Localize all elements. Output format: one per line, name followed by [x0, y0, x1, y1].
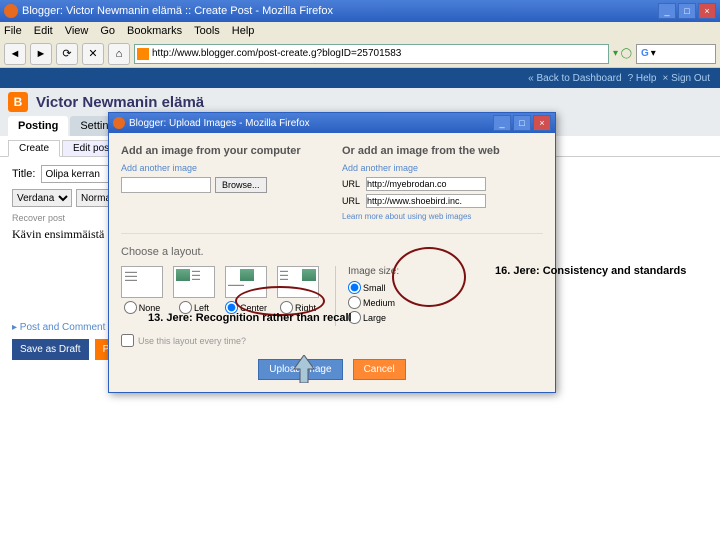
- label-center: Center: [240, 303, 267, 313]
- reload-button[interactable]: ⟳: [56, 43, 78, 65]
- back-button[interactable]: ◄: [4, 43, 26, 65]
- upload-computer-col: Add an image from your computer Add anot…: [121, 145, 322, 221]
- save-draft-button[interactable]: Save as Draft: [12, 339, 89, 360]
- add-another-link-web[interactable]: Add another image: [342, 163, 543, 173]
- browser-titlebar: Blogger: Victor Newmanin elämä :: Create…: [0, 0, 720, 22]
- thumb-right[interactable]: ▬▬▬▬▬▬: [277, 266, 319, 298]
- minimize-button[interactable]: _: [658, 3, 676, 19]
- back-dashboard-link[interactable]: « Back to Dashboard: [528, 73, 621, 84]
- popup-maximize-button[interactable]: □: [513, 115, 531, 131]
- tab-posting[interactable]: Posting: [8, 116, 68, 136]
- cancel-button[interactable]: Cancel: [353, 359, 406, 380]
- menu-edit[interactable]: Edit: [34, 25, 53, 37]
- close-button[interactable]: ×: [698, 3, 716, 19]
- maximize-button[interactable]: □: [678, 3, 696, 19]
- remember-row: Use this layout every time?: [121, 334, 543, 347]
- toolbar: ◄ ► ⟳ ✕ ⌂ http://www.blogger.com/post-cr…: [0, 40, 720, 68]
- label-right: Right: [295, 303, 316, 313]
- add-another-link[interactable]: Add another image: [121, 163, 322, 173]
- title-label: Title:: [12, 168, 35, 180]
- label-small: Small: [363, 283, 386, 293]
- favicon-icon: [137, 48, 149, 60]
- window-title: Blogger: Victor Newmanin elämä :: Create…: [22, 5, 658, 17]
- font-family-select[interactable]: Verdana: [12, 189, 72, 207]
- popup-body: Add an image from your computer Add anot…: [109, 133, 555, 392]
- learn-more-link[interactable]: Learn more about using web images: [342, 212, 543, 221]
- layout-title: Choose a layout.: [121, 246, 543, 258]
- blogger-logo-icon: B: [8, 92, 28, 112]
- firefox-icon: [4, 4, 18, 18]
- url-text: http://www.blogger.com/post-create.g?blo…: [152, 48, 401, 59]
- label-medium: Medium: [363, 298, 395, 308]
- go-button[interactable]: ▾ ◯: [613, 48, 632, 59]
- size-title: Image size:: [348, 266, 399, 277]
- firefox-icon: [113, 117, 125, 129]
- home-button[interactable]: ⌂: [108, 43, 130, 65]
- popup-titlebar: Blogger: Upload Images - Mozilla Firefox…: [109, 113, 555, 133]
- blogger-header: « Back to Dashboard ? Help × Sign Out: [0, 68, 720, 88]
- url-label-2: URL: [342, 196, 362, 206]
- blog-title: Victor Newmanin elämä: [36, 94, 204, 111]
- computer-heading: Add an image from your computer: [121, 145, 322, 157]
- stop-button[interactable]: ✕: [82, 43, 104, 65]
- remember-label: Use this layout every time?: [138, 336, 246, 346]
- radio-small[interactable]: [348, 281, 361, 294]
- signout-link[interactable]: × Sign Out: [662, 73, 710, 84]
- popup-title: Blogger: Upload Images - Mozilla Firefox: [129, 118, 493, 129]
- thumb-left[interactable]: ▬▬▬▬▬▬: [173, 266, 215, 298]
- label-left: Left: [194, 303, 209, 313]
- thumb-center[interactable]: ▬▬▬▬: [225, 266, 267, 298]
- search-box[interactable]: G▾: [636, 44, 716, 64]
- radio-medium[interactable]: [348, 296, 361, 309]
- remember-checkbox[interactable]: [121, 334, 134, 347]
- layout-options: ▬▬▬▬▬▬▬▬▬ None ▬▬▬▬▬▬ Left ▬▬▬▬ Center ▬…: [121, 266, 319, 314]
- browse-button[interactable]: Browse...: [215, 177, 267, 193]
- menu-file[interactable]: File: [4, 25, 22, 37]
- menubar: File Edit View Go Bookmarks Tools Help: [0, 22, 720, 40]
- menu-help[interactable]: Help: [232, 25, 255, 37]
- window-buttons: _ □ ×: [658, 3, 716, 19]
- url-input-1[interactable]: [366, 177, 486, 191]
- radio-none[interactable]: [124, 301, 137, 314]
- menu-view[interactable]: View: [65, 25, 89, 37]
- annotation-arrow-icon: [292, 355, 316, 386]
- popup-close-button[interactable]: ×: [533, 115, 551, 131]
- label-large: Large: [363, 313, 386, 323]
- url-label-1: URL: [342, 179, 362, 189]
- upload-popup: Blogger: Upload Images - Mozilla Firefox…: [108, 112, 556, 393]
- upload-web-col: Or add an image from the web Add another…: [342, 145, 543, 221]
- url-input-2[interactable]: [366, 194, 486, 208]
- annotation-16: 16. Jere: Consistency and standards: [495, 265, 686, 277]
- forward-button[interactable]: ►: [30, 43, 52, 65]
- annotation-13: 13. Jere: Recognition rather than recall: [148, 312, 352, 324]
- menu-bookmarks[interactable]: Bookmarks: [127, 25, 182, 37]
- divider: [121, 233, 543, 234]
- menu-tools[interactable]: Tools: [194, 25, 220, 37]
- popup-minimize-button[interactable]: _: [493, 115, 511, 131]
- label-none: None: [139, 303, 161, 313]
- address-bar[interactable]: http://www.blogger.com/post-create.g?blo…: [134, 44, 609, 64]
- file-path-input[interactable]: [121, 177, 211, 193]
- menu-go[interactable]: Go: [100, 25, 115, 37]
- web-heading: Or add an image from the web: [342, 145, 543, 157]
- subtab-create[interactable]: Create: [8, 140, 60, 157]
- help-link[interactable]: ? Help: [628, 73, 657, 84]
- thumb-none[interactable]: ▬▬▬▬▬▬▬▬▬: [121, 266, 163, 298]
